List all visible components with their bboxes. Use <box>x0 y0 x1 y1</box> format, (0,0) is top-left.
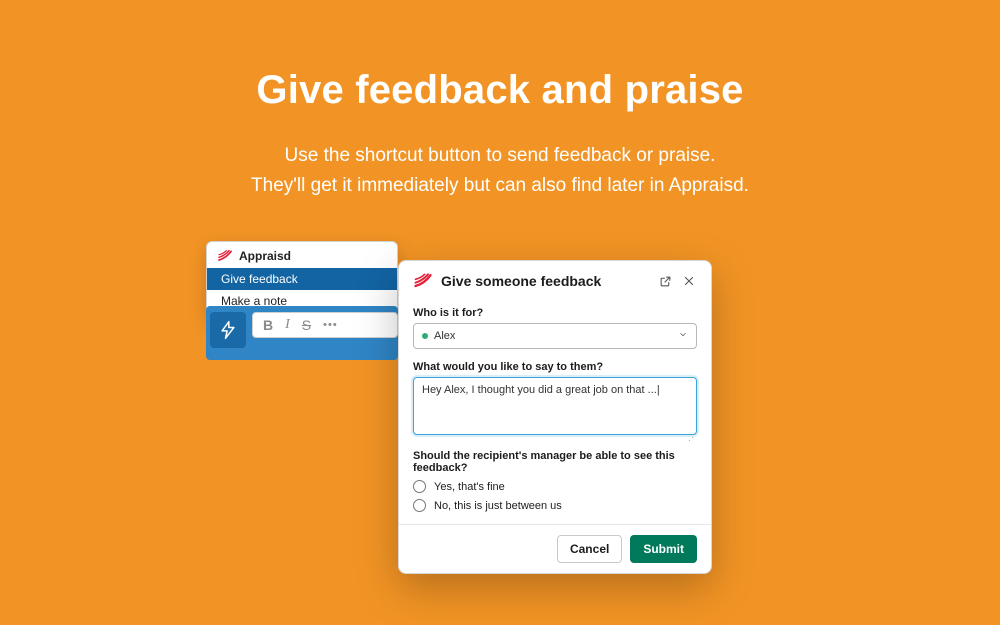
shortcut-trigger-button[interactable] <box>210 312 246 348</box>
page-title: Give feedback and praise <box>0 68 1000 113</box>
format-toolbar: B I S ••• <box>252 312 398 338</box>
recipient-select[interactable]: Alex <box>413 323 697 349</box>
modal-footer: Cancel Submit <box>399 524 711 573</box>
visibility-label: Should the recipient's manager be able t… <box>413 450 697 474</box>
visibility-option-yes[interactable]: Yes, that's fine <box>413 480 697 493</box>
message-textarea[interactable] <box>413 377 697 435</box>
close-icon <box>683 275 695 287</box>
italic-button[interactable]: I <box>285 318 290 332</box>
modal-header: Give someone feedback <box>399 261 711 301</box>
appraisd-logo-icon <box>413 271 433 291</box>
who-label: Who is it for? <box>413 307 697 319</box>
cancel-button[interactable]: Cancel <box>557 535 622 563</box>
appraisd-logo-icon <box>217 248 233 264</box>
chevron-down-icon <box>678 330 688 343</box>
radio-no[interactable] <box>413 499 426 512</box>
visibility-option-no[interactable]: No, this is just between us <box>413 499 697 512</box>
subtitle-line-1: Use the shortcut button to send feedback… <box>285 145 716 166</box>
open-external-button[interactable] <box>657 273 673 289</box>
radio-yes-label: Yes, that's fine <box>434 481 505 493</box>
recipient-value: Alex <box>434 330 455 342</box>
more-format-button[interactable]: ••• <box>323 320 338 331</box>
compose-bar: B I S ••• <box>206 306 398 360</box>
submit-button[interactable]: Submit <box>630 535 697 563</box>
radio-no-label: No, this is just between us <box>434 500 562 512</box>
modal-title: Give someone feedback <box>441 273 649 289</box>
strike-button[interactable]: S <box>302 318 311 332</box>
shortcut-item-give-feedback[interactable]: Give feedback <box>207 268 397 290</box>
bold-button[interactable]: B <box>263 318 273 332</box>
subtitle-line-2: They'll get it immediately but can also … <box>251 175 749 196</box>
feedback-modal: Give someone feedback Who is it for? Ale… <box>398 260 712 574</box>
shortcut-app-name: Appraisd <box>239 249 291 263</box>
page-subtitle: Use the shortcut button to send feedback… <box>0 141 1000 202</box>
lightning-icon <box>218 320 238 340</box>
radio-yes[interactable] <box>413 480 426 493</box>
presence-dot-icon <box>422 333 428 339</box>
close-button[interactable] <box>681 273 697 289</box>
message-label: What would you like to say to them? <box>413 361 697 373</box>
shortcut-menu-header: Appraisd <box>207 242 397 268</box>
external-link-icon <box>659 275 672 288</box>
